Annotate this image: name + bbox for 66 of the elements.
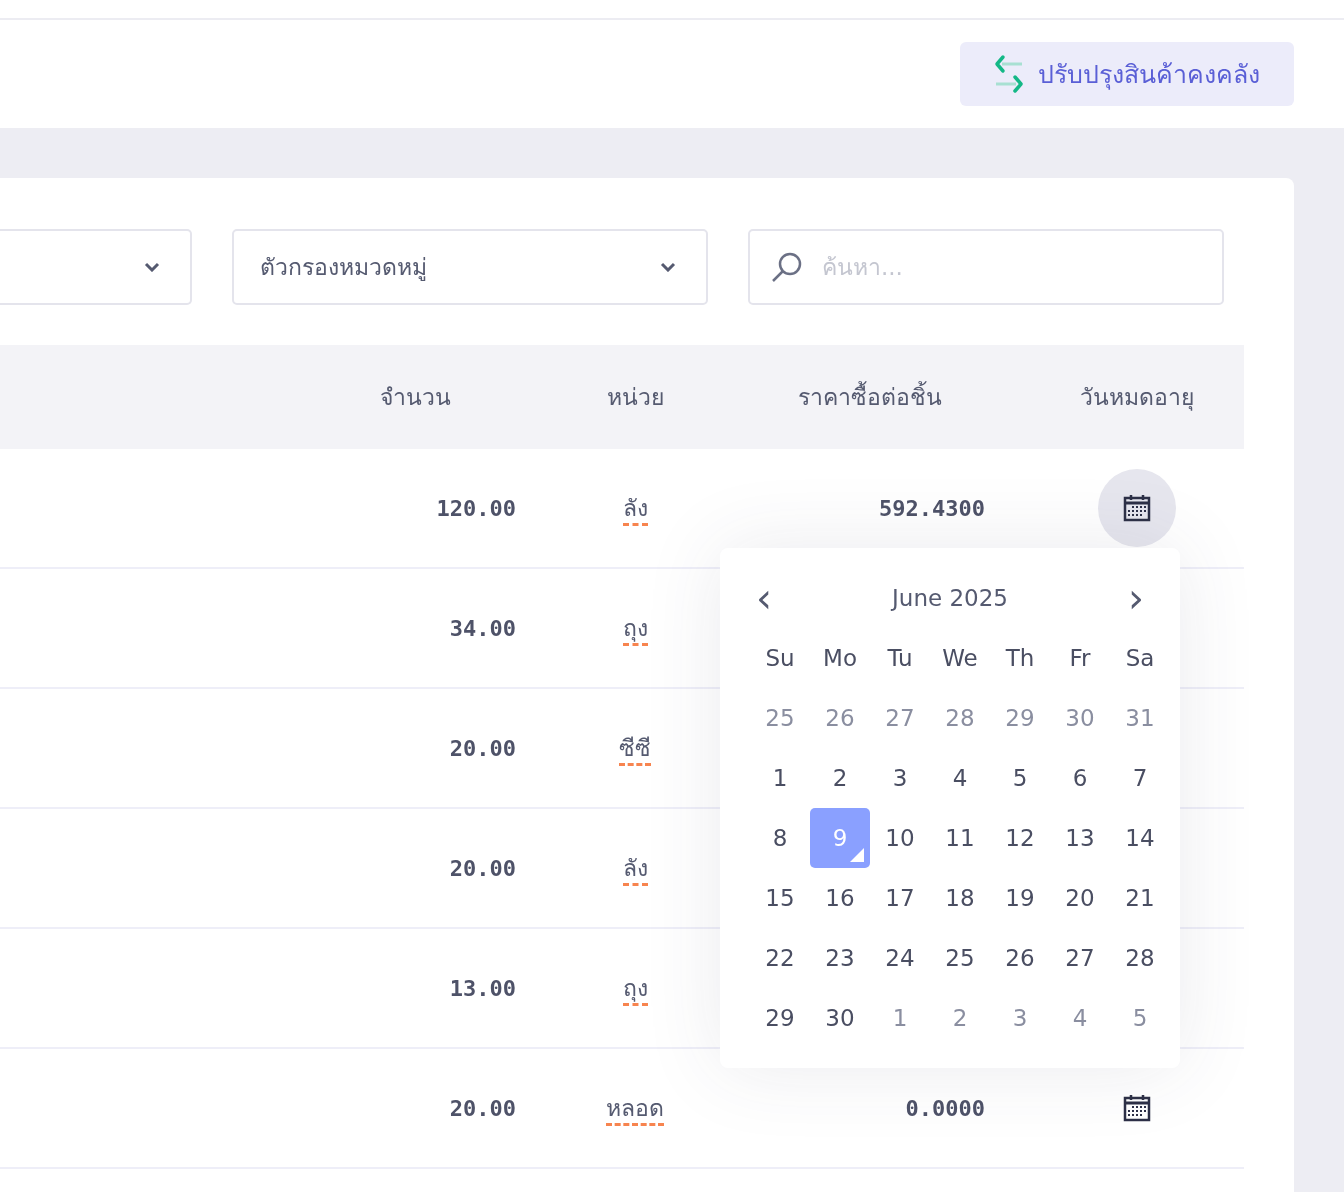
search-field[interactable]: ค้นหา...: [748, 229, 1224, 305]
calendar-day[interactable]: 30: [810, 988, 870, 1048]
search-icon: [770, 250, 804, 284]
unit-text[interactable]: ลัง: [622, 495, 648, 526]
unit-text[interactable]: ถุง: [622, 615, 648, 646]
calendar-day[interactable]: 29: [750, 988, 810, 1048]
unit-text[interactable]: ถุง: [622, 975, 648, 1006]
calendar-day[interactable]: 15: [750, 868, 810, 928]
calendar-day[interactable]: 20: [1050, 868, 1110, 928]
next-month-button[interactable]: ›: [1122, 578, 1150, 618]
calendar-day[interactable]: 16: [810, 868, 870, 928]
calendar-day[interactable]: 2: [810, 748, 870, 808]
calendar-day[interactable]: 7: [1110, 748, 1170, 808]
weekday-label: Th: [1005, 645, 1035, 671]
calendar-day[interactable]: 27: [1050, 928, 1110, 988]
calendar-day[interactable]: 12: [990, 808, 1050, 868]
quantity-cell-text: 34.00: [448, 615, 517, 641]
chevron-down-icon: [144, 262, 160, 272]
swap-arrows-icon: [994, 54, 1024, 94]
calendar-icon: [1123, 1094, 1151, 1122]
adjust-inventory-button[interactable]: ปรับปรุงสินค้าคงคลัง: [960, 42, 1294, 106]
weekday-label: Tu: [887, 645, 913, 671]
calendar-day[interactable]: 6: [1050, 748, 1110, 808]
weekday-label: Su: [765, 645, 795, 671]
unit-text[interactable]: ลัง: [622, 855, 648, 886]
calendar-day[interactable]: 26: [990, 928, 1050, 988]
calendar-day[interactable]: 14: [1110, 808, 1170, 868]
calendar-day[interactable]: 17: [870, 868, 930, 928]
calendar-day[interactable]: 28: [1110, 928, 1170, 988]
calendar-icon: [1123, 494, 1151, 522]
column-header: หน่วย: [605, 383, 665, 412]
chevron-down-icon: [660, 262, 676, 272]
calendar-day[interactable]: 11: [930, 808, 990, 868]
column-header: วันหมดอายุ: [1079, 383, 1195, 413]
weekday-label: Fr: [1069, 645, 1091, 671]
calendar-day[interactable]: 19: [990, 868, 1050, 928]
column-header: จำนวน: [378, 383, 452, 412]
price-cell: 592.4300: [879, 495, 985, 521]
weekday-label: We: [942, 645, 978, 671]
weekday-label: Sa: [1125, 645, 1155, 671]
calendar-day[interactable]: 25: [930, 928, 990, 988]
calendar-day[interactable]: 13: [1050, 808, 1110, 868]
price-cell: 0.0000: [905, 1095, 985, 1121]
unit-text[interactable]: หลอด: [606, 1095, 664, 1126]
unit-text[interactable]: ซีซี: [619, 735, 651, 766]
calendar-day[interactable]: 24: [870, 928, 930, 988]
column-header: ราคาซื้อต่อชิ้น: [730, 379, 1030, 415]
calendar-day[interactable]: 10: [870, 808, 930, 868]
calendar-day[interactable]: 18: [930, 868, 990, 928]
calendar-day[interactable]: 21: [1110, 868, 1170, 928]
calendar-day[interactable]: 1: [750, 748, 810, 808]
category-filter-dropdown[interactable]: ตัวกรองหมวดหมู่: [232, 229, 708, 305]
quantity-cell-text: 20.00: [448, 855, 517, 881]
calendar-day[interactable]: 5: [990, 748, 1050, 808]
previous-month-button[interactable]: ‹: [750, 578, 778, 618]
quantity-cell-text: 20.00: [448, 735, 517, 761]
weekday-label: Mo: [823, 645, 857, 671]
quantity-cell-text: 20.00: [448, 1095, 517, 1121]
calendar-day[interactable]: 3: [870, 748, 930, 808]
calendar-day[interactable]: 23: [810, 928, 870, 988]
quantity-cell-text: 13.00: [448, 975, 517, 1001]
month-title: June 2025: [892, 585, 1008, 611]
quantity-cell-text: 120.00: [435, 495, 517, 521]
calendar-day[interactable]: 8: [750, 808, 810, 868]
calendar-day[interactable]: 22: [750, 928, 810, 988]
calendar-day[interactable]: 4: [930, 748, 990, 808]
